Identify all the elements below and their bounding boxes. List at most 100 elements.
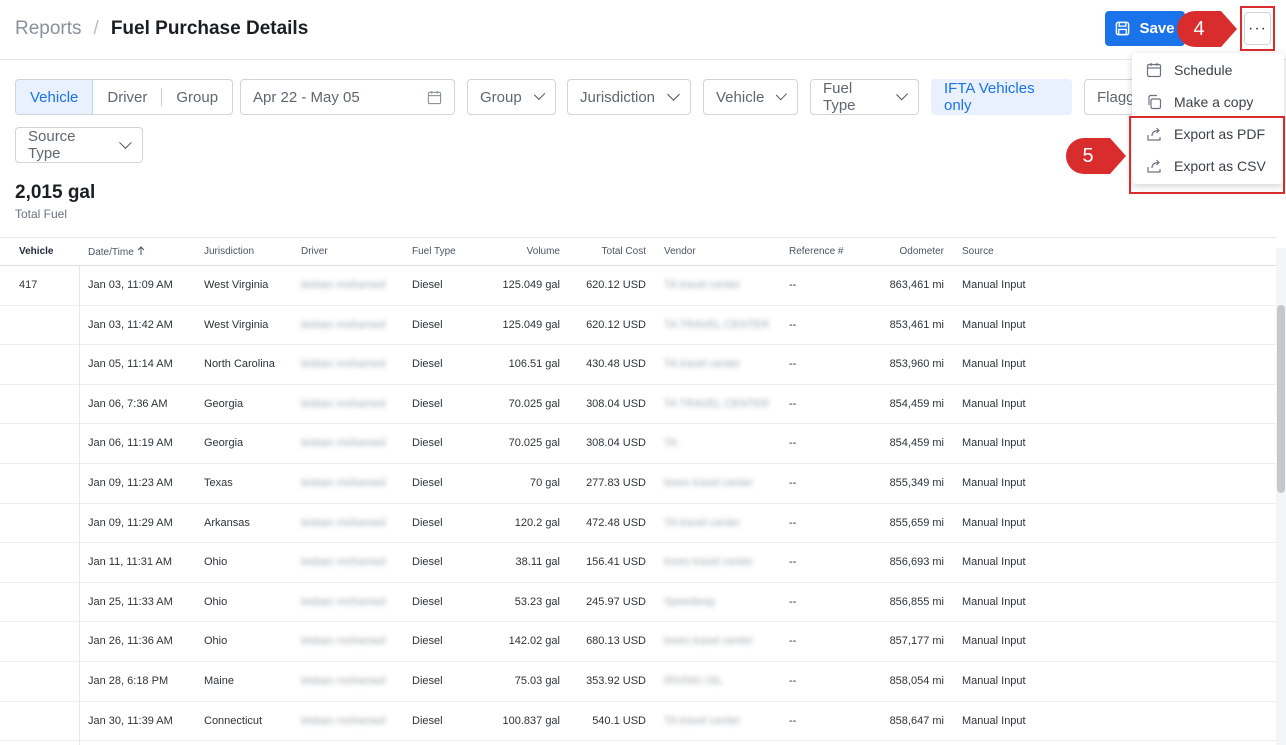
column-header-total-cost[interactable]: Total Cost — [602, 246, 646, 257]
date-range-value: Apr 22 - May 05 — [253, 88, 360, 106]
cell-fuel-type: Diesel — [412, 437, 443, 450]
fuel-type-filter-dropdown[interactable]: Fuel Type — [810, 79, 919, 115]
cell-source: Manual Input — [962, 437, 1026, 450]
cell-datetime: Jan 11, 11:31 AM — [88, 556, 172, 569]
vehicle-filter-dropdown[interactable]: Vehicle — [703, 79, 798, 115]
cell-driver: lesban mohamed — [301, 358, 386, 371]
cell-volume: 106.51 gal — [508, 358, 560, 371]
menu-item-make-copy[interactable]: Make a copy — [1132, 86, 1284, 118]
cell-odometer: 854,459 mi — [889, 397, 944, 410]
cell-driver: lesban mohamed — [301, 556, 386, 569]
table-row[interactable]: 417 Jan 03, 11:09 AM West Virginia lesban m… — [0, 266, 1276, 306]
table-row[interactable]: Jan 25, 11:33 AM Ohio lesban mohamed Diesel… — [0, 583, 1276, 623]
cell-reference: -- — [789, 437, 797, 450]
breadcrumb: Reports / Fuel Purchase Details — [15, 18, 308, 40]
cell-reference: -- — [789, 397, 797, 410]
cell-jurisdiction: North Carolina — [204, 358, 275, 371]
column-header-datetime[interactable]: Date/Time — [88, 245, 145, 258]
column-header-odometer[interactable]: Odometer — [900, 246, 944, 257]
save-button[interactable]: Save — [1105, 11, 1185, 46]
cell-jurisdiction: Maine — [204, 674, 234, 687]
cell-reference: -- — [789, 714, 797, 727]
table-row[interactable]: Jan 28, 6:18 PM Maine lesban mohamed Diesel… — [0, 662, 1276, 702]
cell-driver: lesban mohamed — [301, 635, 386, 648]
table-row[interactable]: Jan 09, 11:23 AM Texas lesban mohamed Diese… — [0, 464, 1276, 504]
jurisdiction-filter-label: Jurisdiction — [580, 88, 656, 106]
ifta-toggle-label: IFTA Vehicles only — [944, 80, 1035, 114]
cell-driver: lesban mohamed — [301, 279, 386, 291]
cell-fuel-type: Diesel — [412, 674, 443, 687]
table-row[interactable]: Jan 05, 11:14 AM North Carolina lesban moh… — [0, 345, 1276, 385]
column-header-source[interactable]: Source — [962, 246, 994, 257]
cell-vendor: IRVING OIL — [664, 674, 723, 687]
cell-vendor: TA travel center — [664, 714, 741, 727]
page-header: Reports / Fuel Purchase Details — [0, 0, 1286, 60]
cell-total-cost: 620.12 USD — [586, 279, 646, 291]
column-header-volume[interactable]: Volume — [527, 246, 560, 257]
table-row[interactable]: Jan 26, 11:36 AM Ohio lesban mohamed Diesel… — [0, 622, 1276, 662]
fuel-purchase-table: Vehicle Date/Time Jurisdiction Driver Fu… — [0, 237, 1276, 742]
breadcrumb-separator: / — [93, 18, 99, 39]
cell-jurisdiction: Connecticut — [204, 714, 263, 727]
table-row[interactable]: Jan 06, 11:19 AM Georgia lesban mohamed Die… — [0, 424, 1276, 464]
datetime-header-label: Date/Time — [88, 246, 134, 258]
cell-vendor: loves travel center — [664, 556, 754, 569]
table-row[interactable]: Jan 03, 11:42 AM West Virginia lesban moha… — [0, 306, 1276, 346]
cell-datetime: Jan 03, 11:42 AM — [88, 318, 173, 331]
cell-total-cost: 308.04 USD — [586, 397, 646, 410]
table-row[interactable]: Jan 30, 11:39 AM Connecticut lesban mohame… — [0, 702, 1276, 742]
column-header-reference[interactable]: Reference # — [789, 246, 843, 257]
cell-datetime: Jan 28, 6:18 PM — [88, 674, 169, 687]
total-fuel-value: 2,015 gal — [15, 182, 96, 203]
cell-reference: -- — [789, 279, 797, 291]
cell-source: Manual Input — [962, 674, 1026, 687]
breadcrumb-reports-link[interactable]: Reports — [15, 18, 82, 40]
more-options-button[interactable]: ··· — [1244, 12, 1271, 45]
cell-total-cost: 430.48 USD — [586, 358, 646, 371]
segment-vehicle[interactable]: Vehicle — [16, 80, 94, 114]
copy-icon — [1148, 94, 1162, 110]
segment-driver[interactable]: Driver — [93, 80, 161, 114]
column-header-vehicle[interactable]: Vehicle — [19, 246, 53, 257]
cell-odometer: 854,459 mi — [889, 437, 944, 450]
cell-volume: 70.025 gal — [508, 397, 560, 410]
cell-source: Manual Input — [962, 476, 1026, 489]
cell-volume: 38.11 gal — [515, 556, 560, 569]
cell-source: Manual Input — [962, 358, 1026, 371]
cell-jurisdiction: Ohio — [204, 595, 228, 608]
sort-ascending-icon — [137, 245, 144, 255]
menu-item-schedule[interactable]: Schedule — [1132, 54, 1284, 86]
cell-volume: 70 gal — [530, 476, 560, 489]
jurisdiction-filter-dropdown[interactable]: Jurisdiction — [567, 79, 691, 115]
column-header-fuel-type[interactable]: Fuel Type — [412, 246, 456, 257]
column-header-driver[interactable]: Driver — [301, 246, 328, 257]
cell-fuel-type: Diesel — [412, 714, 443, 727]
cell-reference: -- — [789, 358, 797, 371]
cell-datetime: Jan 03, 11:09 AM — [88, 279, 173, 291]
ifta-vehicles-toggle[interactable]: IFTA Vehicles only — [931, 79, 1072, 115]
cell-datetime: Jan 06, 11:19 AM — [88, 437, 173, 450]
cell-volume: 142.02 gal — [508, 635, 560, 648]
table-row[interactable]: Jan 09, 11:29 AM Arkansas lesban mohamed Di… — [0, 504, 1276, 544]
cell-source: Manual Input — [962, 397, 1026, 410]
cell-fuel-type: Diesel — [412, 358, 443, 371]
cell-driver: lesban mohamed — [301, 397, 386, 410]
cell-jurisdiction: Georgia — [204, 437, 244, 450]
cell-datetime: Jan 09, 11:29 AM — [88, 516, 173, 529]
step-badge-4: 4 — [1177, 11, 1237, 47]
table-scrollbar-thumb[interactable] — [1277, 305, 1285, 493]
table-row[interactable]: Jan 11, 11:31 AM Ohio lesban mohamed Diesel… — [0, 543, 1276, 583]
group-filter-dropdown[interactable]: Group — [467, 79, 556, 115]
column-header-jurisdiction[interactable]: Jurisdiction — [204, 246, 254, 257]
segment-group[interactable]: Group — [162, 80, 232, 114]
save-label: Save — [1139, 20, 1175, 37]
cell-total-cost: 277.83 USD — [586, 476, 646, 489]
cell-fuel-type: Diesel — [412, 318, 443, 331]
column-header-vendor[interactable]: Vendor — [664, 246, 696, 257]
cell-vendor: TA travel center — [664, 516, 741, 529]
table-row[interactable]: Jan 06, 7:36 AM Georgia lesban mohamed Dies… — [0, 385, 1276, 425]
cell-odometer: 856,693 mi — [889, 556, 944, 569]
source-type-filter-dropdown[interactable]: Source Type — [15, 127, 143, 163]
date-range-picker[interactable]: Apr 22 - May 05 — [240, 79, 455, 115]
cell-source: Manual Input — [962, 595, 1026, 608]
